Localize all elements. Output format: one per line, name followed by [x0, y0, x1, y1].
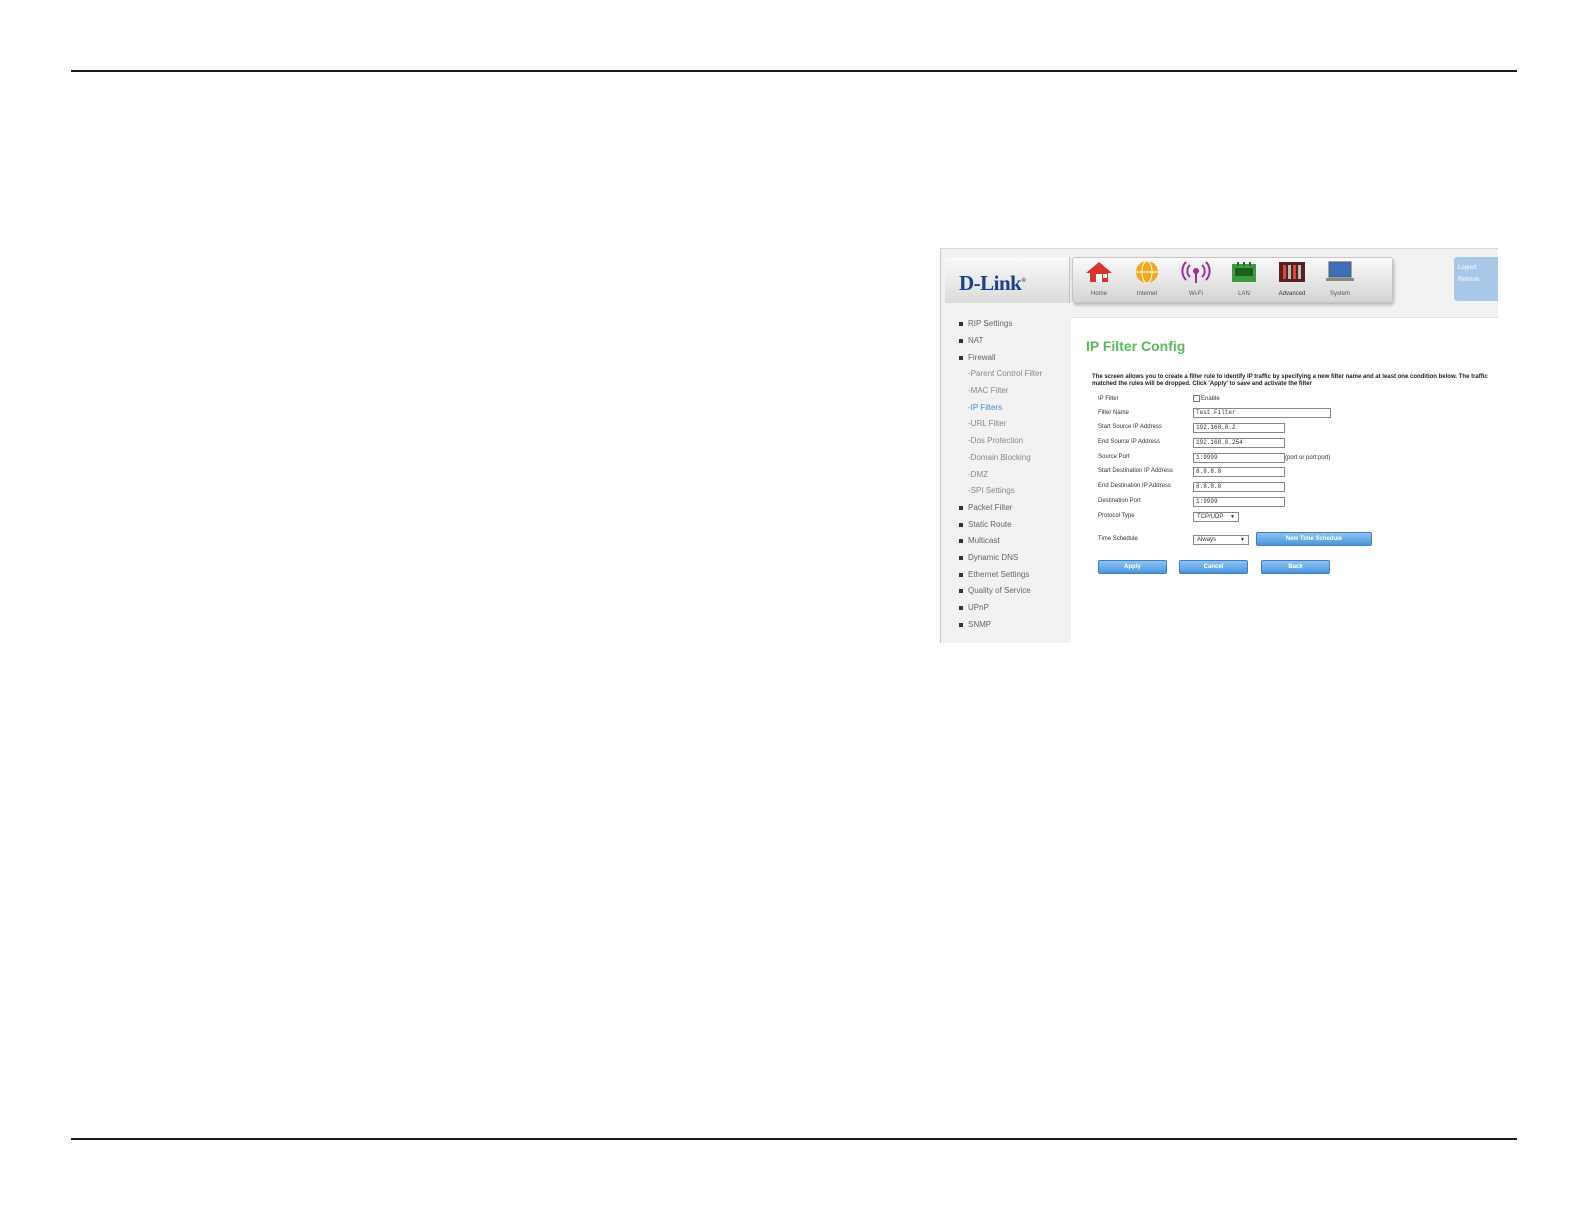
- time-schedule-select[interactable]: Always ▼: [1193, 535, 1249, 545]
- tools-icon: [1279, 262, 1305, 282]
- menu-item-static-route[interactable]: Static Route: [959, 520, 1012, 529]
- page-description: The screen allows you to create a filter…: [1092, 374, 1488, 387]
- cancel-button[interactable]: Cancel: [1179, 560, 1248, 574]
- top-nav: Home Internet Wi-Fi LAN Advanced System: [1072, 257, 1393, 303]
- bullet-icon: [959, 555, 963, 560]
- logout-link[interactable]: Logout: [1458, 262, 1498, 274]
- nav-label: Internet: [1136, 291, 1158, 297]
- label-destination-port: Destination Port: [1098, 498, 1141, 504]
- refresh-link[interactable]: Refresh: [1458, 274, 1498, 286]
- nav-label: Advanced: [1278, 291, 1306, 297]
- bullet-icon: [959, 338, 963, 343]
- filter-name-input[interactable]: Test Filter: [1193, 408, 1331, 418]
- menu-item-upnp[interactable]: UPnP: [959, 603, 989, 612]
- home-icon: [1086, 262, 1112, 282]
- bullet-icon: [959, 622, 963, 627]
- protocol-type-select[interactable]: TCP/UDP ▼: [1193, 512, 1239, 522]
- label-ip-filter: IP Filter: [1098, 396, 1119, 402]
- start-source-ip-input[interactable]: 192.168.0.2: [1193, 423, 1285, 433]
- bullet-icon: [959, 605, 963, 610]
- bullet-icon: [959, 505, 963, 510]
- label-end-source-ip: End Source IP Address: [1098, 439, 1160, 445]
- apply-button[interactable]: Apply: [1098, 560, 1167, 574]
- menu-item-dynamic-dns[interactable]: Dynamic DNS: [959, 553, 1018, 562]
- dlink-logo: D-Link®: [959, 271, 1026, 295]
- bullet-icon: [959, 321, 963, 326]
- bottom-rule: [71, 1138, 1517, 1140]
- nav-wifi[interactable]: Wi-Fi: [1174, 260, 1218, 297]
- menu-item-firewall[interactable]: Firewall: [959, 353, 996, 362]
- back-button[interactable]: Back: [1261, 560, 1330, 574]
- menu-item-multicast[interactable]: Multicast: [959, 536, 1000, 545]
- enable-checkbox[interactable]: [1193, 395, 1200, 402]
- bullet-icon: [959, 572, 963, 577]
- menu-item-dos-protection[interactable]: -Dos Protection: [968, 436, 1023, 445]
- bullet-icon: [959, 588, 963, 593]
- menu-item-url-filter[interactable]: -URL Filter: [968, 419, 1006, 428]
- menu-item-spi-settings[interactable]: -SPI Settings: [968, 486, 1015, 495]
- menu-item-nat[interactable]: NAT: [959, 336, 983, 345]
- menu-item-dmz[interactable]: -DMZ: [968, 470, 988, 479]
- menu-item-domain-blocking[interactable]: -Domain Blocking: [968, 453, 1031, 462]
- account-panel: Logout Refresh: [1454, 257, 1498, 301]
- top-rule: [71, 70, 1517, 72]
- wifi-icon: [1181, 261, 1211, 283]
- lan-icon: [1232, 262, 1256, 282]
- nav-system[interactable]: System: [1318, 260, 1362, 297]
- nav-label: System: [1329, 291, 1350, 297]
- nav-home[interactable]: Home: [1077, 260, 1121, 297]
- label-source-port: Source Port: [1098, 454, 1130, 460]
- logo-area: D-Link®: [945, 257, 1070, 303]
- destination-port-input[interactable]: 1:9999: [1193, 497, 1285, 507]
- menu-item-snmp[interactable]: SNMP: [959, 620, 991, 629]
- menu-item-packet-filter[interactable]: Packet Filter: [959, 503, 1012, 512]
- end-source-ip-input[interactable]: 192.168.0.254: [1193, 438, 1285, 448]
- content-panel: IP Filter Config The screen allows you t…: [1071, 317, 1498, 643]
- source-port-input[interactable]: 1:9999: [1193, 453, 1285, 463]
- label-start-source-ip: Start Source IP Address: [1098, 424, 1162, 430]
- globe-icon: [1136, 260, 1158, 284]
- nav-label: Home: [1090, 291, 1107, 297]
- nav-lan[interactable]: LAN: [1222, 260, 1266, 297]
- nav-label: LAN: [1238, 291, 1250, 297]
- dropdown-arrow-icon: ▼: [1230, 514, 1235, 520]
- start-destination-ip-input[interactable]: 8.8.8.8: [1193, 467, 1285, 477]
- bullet-icon: [959, 538, 963, 543]
- nav-label: Wi-Fi: [1189, 291, 1203, 297]
- port-hint: (port or port:port): [1285, 455, 1331, 461]
- label-filter-name: Filter Name: [1098, 410, 1130, 416]
- enable-label: Enable: [1201, 396, 1220, 402]
- page-title: IP Filter Config: [1086, 338, 1186, 354]
- menu-item-ethernet-settings[interactable]: Ethernet Settings: [959, 570, 1029, 579]
- label-start-destination-ip: Start Destination IP Address: [1098, 468, 1173, 474]
- new-time-schedule-button[interactable]: New Time Schedule: [1256, 532, 1372, 546]
- nav-advanced[interactable]: Advanced: [1270, 260, 1314, 297]
- menu-item-ip-filters[interactable]: -IP Filters: [968, 403, 1002, 412]
- menu-item-mac-filter[interactable]: -MAC Filter: [968, 386, 1008, 395]
- menu-item-qos[interactable]: Quality of Service: [959, 586, 1031, 595]
- menu-item-rip-settings[interactable]: RIP Settings: [959, 319, 1012, 328]
- router-screenshot: D-Link® Home Internet Wi-Fi LAN Advanced…: [940, 248, 1498, 643]
- label-end-destination-ip: End Destination IP Address: [1098, 483, 1171, 489]
- nav-internet[interactable]: Internet: [1125, 260, 1169, 297]
- bullet-icon: [959, 355, 963, 360]
- bullet-icon: [959, 522, 963, 527]
- dropdown-arrow-icon: ▼: [1240, 537, 1245, 543]
- end-destination-ip-input[interactable]: 8.8.8.8: [1193, 482, 1285, 492]
- laptop-icon: [1326, 261, 1354, 281]
- label-protocol-type: Protocol Type: [1098, 513, 1135, 519]
- menu-item-parent-control[interactable]: -Parent Control Filter: [968, 369, 1042, 378]
- label-time-schedule: Time Schedule: [1098, 536, 1138, 542]
